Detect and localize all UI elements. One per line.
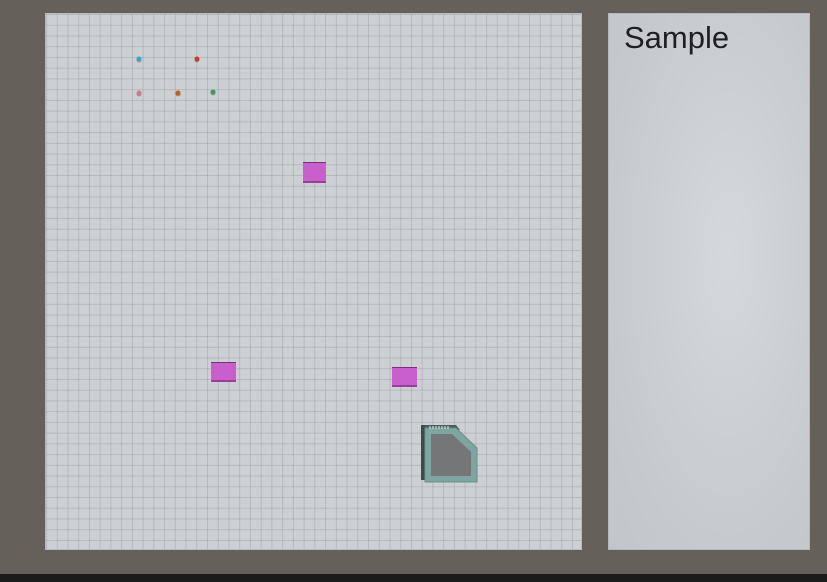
bottom-bar — [0, 574, 827, 582]
magenta-block-icon — [211, 362, 236, 382]
teal-agent-icon — [421, 425, 478, 483]
magenta-block-icon — [303, 162, 326, 183]
green-dot-icon — [210, 89, 216, 95]
side-panel: Sample — [608, 13, 810, 550]
pink-dot-icon — [136, 90, 142, 96]
game-board — [45, 13, 582, 550]
panel-title: Sample — [624, 20, 730, 55]
red-dot-icon — [194, 56, 200, 62]
orange-dot-icon — [175, 90, 181, 96]
cyan-dot-icon — [136, 56, 142, 62]
magenta-block-icon — [392, 367, 417, 387]
